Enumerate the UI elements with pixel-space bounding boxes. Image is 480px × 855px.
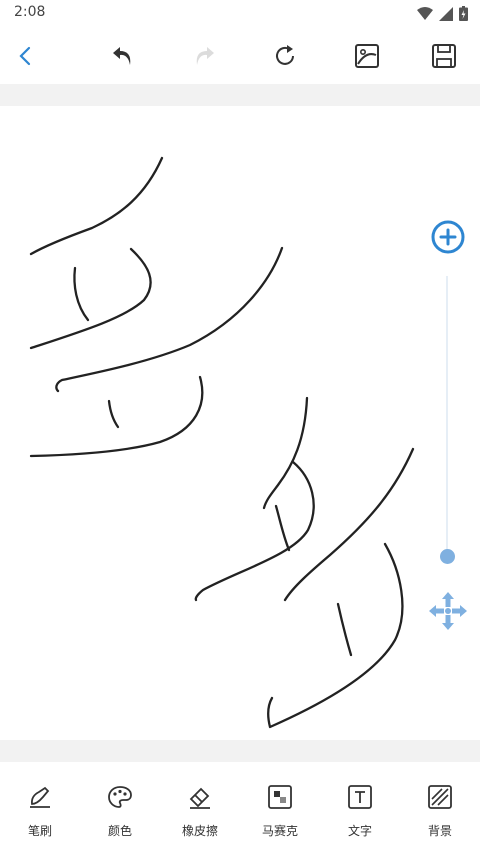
tool-background[interactable]: 背景 xyxy=(400,762,480,855)
drawing-canvas[interactable] xyxy=(0,106,480,740)
tool-brush[interactable]: 笔刷 xyxy=(0,762,80,855)
zoom-slider-track[interactable] xyxy=(446,276,448,556)
status-icons xyxy=(417,6,468,21)
refresh-button[interactable] xyxy=(261,28,309,84)
tool-color-label: 颜色 xyxy=(107,824,132,838)
redo-button[interactable] xyxy=(180,28,228,84)
top-divider xyxy=(0,84,480,106)
wifi-icon xyxy=(417,6,433,20)
save-button[interactable] xyxy=(420,28,468,84)
tool-mosaic[interactable]: 马赛克 xyxy=(240,762,320,855)
tool-mosaic-label: 马赛克 xyxy=(261,824,298,838)
save-icon xyxy=(432,44,456,68)
tool-background-label: 背景 xyxy=(427,824,452,838)
top-toolbar xyxy=(0,28,480,84)
background-icon xyxy=(425,782,455,812)
tool-eraser[interactable]: 橡皮擦 xyxy=(160,762,240,855)
eraser-icon xyxy=(185,782,215,812)
move-icon[interactable] xyxy=(427,590,469,632)
text-icon xyxy=(345,782,375,812)
undo-icon xyxy=(113,47,131,65)
handwriting-strokes xyxy=(29,156,415,729)
battery-icon xyxy=(459,6,468,21)
mosaic-icon xyxy=(265,782,295,812)
palette-icon xyxy=(105,782,135,812)
zoom-in-icon[interactable] xyxy=(430,219,466,255)
bottom-toolbar: 笔刷 颜色 橡皮擦 马赛克 文字 背景 xyxy=(0,762,480,855)
refresh-icon xyxy=(276,45,294,65)
brush-icon xyxy=(25,782,55,812)
back-button[interactable] xyxy=(2,28,50,84)
back-icon xyxy=(19,46,31,66)
zoom-slider-thumb[interactable] xyxy=(440,549,455,564)
tool-text-label: 文字 xyxy=(347,824,372,838)
image-button[interactable] xyxy=(343,28,391,84)
tool-brush-label: 笔刷 xyxy=(27,824,52,838)
image-icon xyxy=(355,44,379,68)
tool-text[interactable]: 文字 xyxy=(320,762,400,855)
tool-eraser-label: 橡皮擦 xyxy=(181,824,218,838)
bottom-divider xyxy=(0,740,480,762)
undo-button[interactable] xyxy=(99,28,147,84)
status-bar: 2:08 xyxy=(0,0,480,28)
redo-icon xyxy=(196,47,214,65)
status-time: 2:08 xyxy=(14,4,46,20)
tool-color[interactable]: 颜色 xyxy=(80,762,160,855)
signal-icon xyxy=(439,6,453,21)
